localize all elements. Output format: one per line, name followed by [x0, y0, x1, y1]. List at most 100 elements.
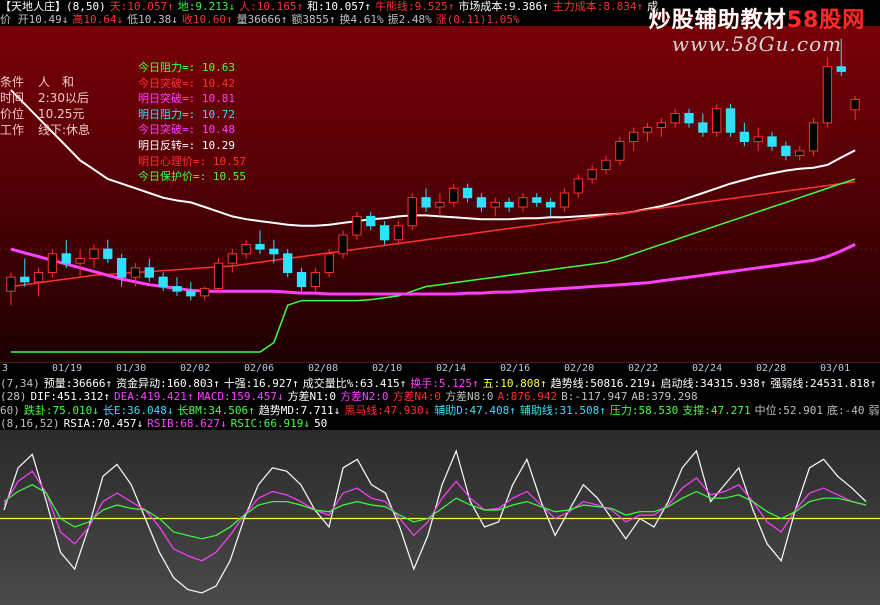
candle — [698, 113, 708, 137]
header-value: 天:10.057↑ — [109, 0, 174, 13]
date-tick-label: 02/16 — [500, 363, 531, 374]
quote-value: 量36666↑ — [236, 13, 288, 26]
indicator-value: 辅助D:47.408↑ — [434, 404, 516, 417]
indicator-value: 压力:58.530 — [609, 404, 679, 417]
indicator-value: RSIC:66.919↓ — [230, 417, 311, 430]
price-level: 明日心理价=: 10.57 — [138, 154, 246, 168]
indicator-value: RSIB:68.627↓ — [147, 417, 227, 430]
candle-body — [462, 187, 473, 199]
price-level: 今日突破=: 10.48 — [138, 123, 235, 137]
rsi-chart-panel[interactable] — [0, 430, 880, 605]
candle-body — [559, 192, 570, 208]
candle — [213, 258, 224, 292]
price-level: 今日阻力=: 10.63 — [138, 61, 235, 74]
header-value: 市场成本:9.386↑ — [458, 0, 549, 13]
candle-body — [615, 141, 625, 161]
candle — [144, 258, 154, 282]
indicator-value: 方差N2:0 — [340, 390, 389, 403]
candle-body — [213, 262, 224, 289]
candle — [822, 57, 833, 128]
candle — [366, 211, 376, 231]
candle-body — [310, 272, 321, 288]
indicator-value: 辅助线:31.508↑ — [519, 404, 606, 417]
date-tick-label: 02/28 — [756, 363, 787, 374]
candle — [352, 211, 362, 240]
candle — [407, 193, 417, 231]
watermark-url: www.58Gu.com — [671, 32, 843, 56]
quote-value: 振2.48% — [387, 13, 432, 26]
candle-body — [698, 122, 708, 133]
indicator-value: 60) — [0, 404, 20, 417]
candle — [227, 249, 237, 273]
candle — [255, 230, 265, 254]
condition-value: 10.25元 — [38, 107, 85, 121]
quote-value: 换4.61% — [339, 13, 384, 26]
indicator-row-macd: (28) DIF:451.312↑ DEA:419.421↑ MACD:159.457… — [0, 390, 880, 403]
candle-body — [573, 178, 583, 194]
indicator-row-rsi: (8,16,52) RSIA:70.457↓ RSIB:68.627↓ RSIC:66… — [0, 417, 880, 430]
candle — [33, 267, 44, 296]
candle — [601, 155, 611, 175]
candle-body — [255, 243, 265, 250]
candle — [808, 118, 819, 156]
candle-body — [421, 197, 431, 208]
conditions-panel: 条件人 和时间 2:30以后 价位 10.25元 工作 线下:休息 — [0, 74, 110, 138]
candle — [296, 267, 307, 292]
candle — [379, 221, 390, 245]
quote-value: 高10.64↓ — [72, 13, 124, 26]
price-level: 明日反转=: 10.29 — [138, 138, 235, 152]
date-tick-label: 3 — [2, 363, 9, 374]
candle — [532, 193, 542, 208]
candle — [545, 197, 556, 217]
condition-key: 价位 — [0, 107, 25, 121]
candle-body — [642, 127, 653, 133]
series-line-地 — [10, 178, 856, 353]
candle — [629, 127, 639, 151]
price-level: 明日突破=: 10.81 — [138, 92, 235, 106]
candle — [338, 230, 348, 259]
header-value: 地:9.213↓ — [177, 0, 236, 13]
candle — [435, 193, 445, 217]
candle-body — [545, 201, 556, 208]
indicator-value: 方差N1:0 — [287, 390, 337, 403]
header-value: 【天地人庄】(8,50) — [0, 0, 106, 13]
candle-body — [725, 108, 736, 133]
rsi-chart — [0, 449, 880, 594]
candle — [712, 104, 722, 137]
candle-body — [144, 267, 154, 278]
quote-value: 价 开10.49↓ — [0, 13, 69, 26]
candle-body — [739, 131, 750, 143]
candle-body — [712, 108, 722, 133]
indicator-value: (7,34) — [0, 377, 40, 390]
price-level: 今日突破=: 10.42 — [138, 76, 235, 90]
candle-body — [629, 131, 639, 143]
rsi-series-RSIA — [3, 449, 867, 594]
candle-body — [407, 197, 417, 227]
header-value: 主力成本:8.834↑ — [552, 0, 644, 13]
candle — [200, 286, 210, 301]
indicator-value: 长E:36.048↓ — [102, 404, 174, 417]
candle-body — [476, 197, 487, 208]
price-chart-panel[interactable]: 条件人 和时间 2:30以后 价位 10.25元 工作 线下:休息 今日阻力=: 10.6… — [0, 26, 880, 362]
condition-value: 人 和 — [38, 75, 75, 89]
price-level: 今日保护价=: 10.55 — [138, 170, 246, 184]
candle — [89, 244, 99, 268]
date-tick-label: 02/24 — [692, 363, 723, 374]
candle-body — [518, 197, 528, 208]
indicator-value: 弱:- — [868, 404, 880, 417]
date-tick-label: 02/02 — [180, 363, 211, 374]
rsi-series-RSIB — [3, 470, 867, 562]
indicator-value: (8,16,52) — [0, 417, 60, 430]
candle-body — [130, 267, 141, 278]
candle-body — [47, 253, 58, 273]
candle — [393, 221, 404, 245]
candle — [587, 164, 597, 184]
indicator-value: A:876.942 — [497, 390, 558, 403]
indicator-value: 资金异动:160.803↑ — [116, 377, 220, 390]
indicator-row-trend: 60) 跌卦:75.010↓ 长E:36.048↓ 长BM:34.506↑ 趋势MD:7… — [0, 404, 880, 417]
candle-body — [296, 272, 307, 288]
candle-body — [393, 225, 404, 241]
condition-value: 线下:休息 — [38, 123, 91, 137]
candle — [324, 249, 334, 278]
candle — [47, 249, 58, 278]
